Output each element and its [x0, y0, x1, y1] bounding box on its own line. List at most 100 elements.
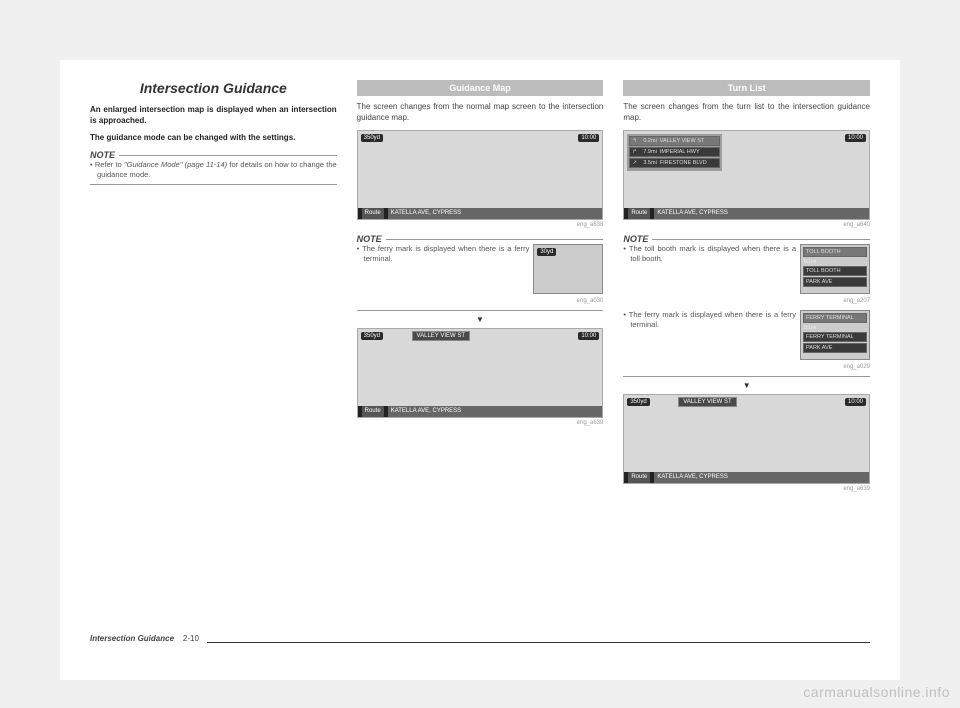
- note-rule: [357, 239, 604, 240]
- turn-list-desc: The screen changes from the turn list to…: [623, 102, 870, 124]
- note-rule: [90, 155, 337, 156]
- footer-rule: [90, 642, 870, 643]
- list-item: TOLL BOOTH: [803, 247, 867, 257]
- note-block: NOTE TOLL BOOTH 0.1mi TOLL BOOTH PARK AV…: [623, 234, 870, 377]
- note-rule-end: [90, 184, 337, 185]
- section-header-guidance-map: Guidance Map: [357, 80, 604, 96]
- list-item: FERRY TERMINAL: [803, 313, 867, 323]
- item-label: TOLL BOOTH: [806, 249, 841, 255]
- figure-ferry-terminal-mark: FERRY TERMINAL 0.1mi FERRY TERMINAL PARK…: [800, 310, 870, 360]
- col-guidance-map: Guidance Map The screen changes from the…: [357, 80, 604, 620]
- list-item: PARK AVE: [803, 277, 867, 287]
- item-label: PARK AVE: [806, 279, 832, 285]
- note-row: FERRY TERMINAL 0.1mi FERRY TERMINAL PARK…: [623, 310, 870, 360]
- turn-dist: 7.9mi: [643, 149, 656, 155]
- intro-line-2: The guidance mode can be changed with th…: [90, 132, 337, 143]
- route-chip: Route: [628, 472, 650, 483]
- item-label: FERRY TERMINAL: [806, 334, 854, 340]
- note-rule-end: [623, 376, 870, 377]
- map-bottom-bar: Route KATELLA AVE, CYPRESS: [624, 208, 869, 219]
- footer-text: Intersection Guidance 2-10: [90, 634, 207, 643]
- route-chip: Route: [628, 208, 650, 219]
- time-badge: 10:00: [845, 398, 866, 406]
- turn-name: VALLEY VIEW ST: [660, 138, 704, 144]
- page-title: Intersection Guidance: [90, 80, 337, 96]
- map-bottom-bar: Route KATELLA AVE, CYPRESS: [624, 472, 869, 483]
- item-label: FERRY TERMINAL: [806, 315, 854, 321]
- note-block: NOTE Refer to "Guidance Mode" (page 11-1…: [90, 150, 337, 185]
- address-chip: KATELLA AVE, CYPRESS: [388, 208, 603, 219]
- turn-dist: 0.2mi: [643, 138, 656, 144]
- item-dist: 0.1mi: [803, 258, 867, 266]
- list-item: FERRY TERMINAL: [803, 332, 867, 342]
- caption: eng_a207: [623, 298, 870, 304]
- columns: Intersection Guidance An enlarged inters…: [90, 80, 870, 620]
- turn-icon: ↱: [632, 149, 640, 155]
- street-sign: VALLEY VIEW ST: [678, 397, 736, 407]
- section-header-turn-list: Turn List: [623, 80, 870, 96]
- col-turn-list: Turn List The screen changes from the tu…: [623, 80, 870, 620]
- note-heading: NOTE: [623, 234, 652, 244]
- turn-row: ↱ 7.9mi IMPERIAL HWY: [629, 147, 720, 157]
- street-sign: VALLEY VIEW ST: [412, 331, 470, 341]
- time-badge: 10:00: [578, 134, 599, 142]
- turn-name: IMPERIAL HWY: [660, 149, 700, 155]
- manual-page: Intersection Guidance An enlarged inters…: [60, 60, 900, 680]
- note-rule-end: [357, 310, 604, 311]
- page-footer: Intersection Guidance 2-10: [90, 636, 870, 650]
- arrow-down-icon: ▼: [357, 315, 604, 324]
- distance-badge: 350yd: [361, 332, 383, 340]
- caption: eng_a029: [623, 364, 870, 370]
- note-row: TOLL BOOTH 0.1mi TOLL BOOTH PARK AVE The…: [623, 244, 870, 294]
- guidance-map-desc: The screen changes from the normal map s…: [357, 102, 604, 124]
- caption: eng_a640: [623, 222, 870, 228]
- note-heading: NOTE: [357, 234, 386, 244]
- address-chip: KATELLA AVE, CYPRESS: [654, 472, 869, 483]
- map-bottom-bar: Route KATELLA AVE, CYPRESS: [358, 406, 603, 417]
- list-item: TOLL BOOTH: [803, 266, 867, 276]
- time-badge: 10:00: [845, 134, 866, 142]
- turn-row: ↰ 0.2mi VALLEY VIEW ST: [629, 136, 720, 146]
- distance-badge: 350yd: [627, 398, 649, 406]
- figure-map-normal: 350yd 10:00 Route KATELLA AVE, CYPRESS: [357, 130, 604, 220]
- watermark: carmanualsonline.info: [803, 684, 950, 700]
- distance-badge: 350yd: [361, 134, 383, 142]
- turn-row: ↗ 3.5mi FIRESTONE BLVD: [629, 158, 720, 168]
- note-text-prefix: Refer to: [95, 160, 124, 169]
- note-rule: [623, 239, 870, 240]
- col-intro: Intersection Guidance An enlarged inters…: [90, 80, 337, 620]
- figure-turn-list: ↰ 0.2mi VALLEY VIEW ST ↱ 7.9mi IMPERIAL …: [623, 130, 870, 220]
- note-heading: NOTE: [90, 150, 119, 160]
- route-chip: Route: [362, 406, 384, 417]
- footer-title: Intersection Guidance: [90, 634, 174, 643]
- item-dist: 0.1mi: [803, 324, 867, 332]
- caption: eng_a030: [357, 298, 604, 304]
- note-bullet: Refer to "Guidance Mode" (page 11-14) fo…: [90, 160, 337, 180]
- figure-map-intersection: 350yd VALLEY VIEW ST 10:00 Route KATELLA…: [357, 328, 604, 418]
- note-ref: "Guidance Mode" (page 11-14): [124, 160, 227, 169]
- caption: eng_a639: [623, 486, 870, 492]
- time-badge: 10:00: [578, 332, 599, 340]
- note-row: 30yd The ferry mark is displayed when th…: [357, 244, 604, 294]
- figure-tollbooth-mark: TOLL BOOTH 0.1mi TOLL BOOTH PARK AVE: [800, 244, 870, 294]
- address-chip: KATELLA AVE, CYPRESS: [388, 406, 603, 417]
- map-bottom-bar: Route KATELLA AVE, CYPRESS: [358, 208, 603, 219]
- arrow-down-icon: ▼: [623, 381, 870, 390]
- figure-ferry-mark: 30yd: [533, 244, 603, 294]
- turn-dist: 3.5mi: [643, 160, 656, 166]
- list-item: PARK AVE: [803, 343, 867, 353]
- caption: eng_a638: [357, 222, 604, 228]
- address-chip: KATELLA AVE, CYPRESS: [654, 208, 869, 219]
- figure-map-intersection-2: 350yd VALLEY VIEW ST 10:00 Route KATELLA…: [623, 394, 870, 484]
- caption: eng_a639: [357, 420, 604, 426]
- intro-line-1: An enlarged intersection map is displaye…: [90, 104, 337, 126]
- note-block: NOTE 30yd The ferry mark is displayed wh…: [357, 234, 604, 311]
- turn-name: FIRESTONE BLVD: [660, 160, 707, 166]
- turn-icon: ↰: [632, 138, 640, 144]
- turn-panel: ↰ 0.2mi VALLEY VIEW ST ↱ 7.9mi IMPERIAL …: [627, 134, 722, 171]
- turn-icon: ↗: [632, 160, 640, 166]
- footer-page-number: 2-10: [183, 634, 199, 643]
- item-label: TOLL BOOTH: [806, 268, 841, 274]
- mini-distance-badge: 30yd: [537, 248, 556, 256]
- item-label: PARK AVE: [806, 345, 832, 351]
